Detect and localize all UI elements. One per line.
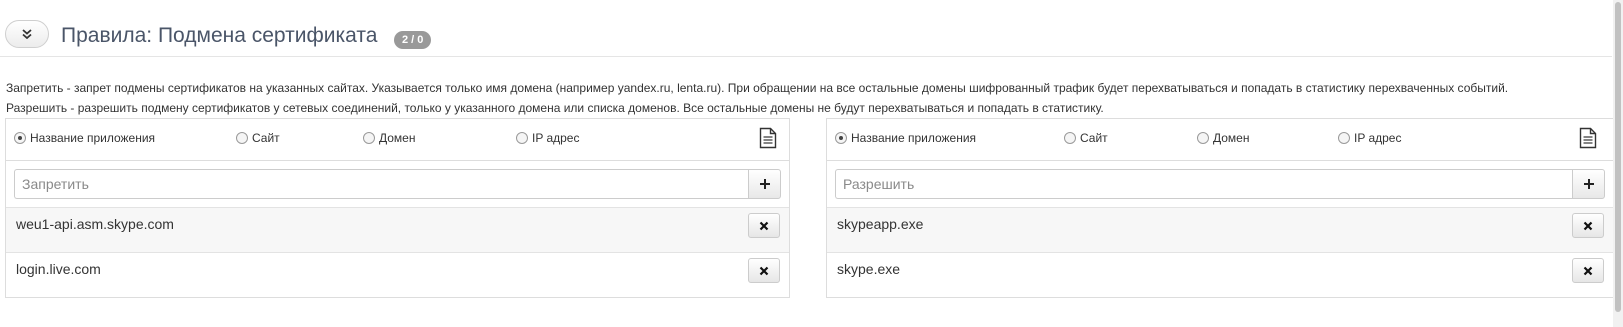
allow-panel: Название приложения Сайт Домен IP адрес — [826, 118, 1614, 298]
list-item: weu1-api.asm.skype.com — [6, 207, 789, 252]
radio-label: IP адрес — [1354, 131, 1402, 145]
rule-type-radio-group: Название приложения Сайт Домен IP адрес — [6, 119, 789, 161]
plus-icon — [1583, 179, 1594, 189]
rule-value: weu1-api.asm.skype.com — [16, 216, 174, 232]
radio-unchecked-icon — [363, 132, 375, 144]
document-icon[interactable] — [759, 127, 777, 149]
close-icon — [1583, 221, 1593, 230]
radio-site[interactable]: Сайт — [1064, 131, 1108, 145]
scrollbar-thumb[interactable] — [1615, 2, 1621, 312]
radio-label: Название приложения — [30, 131, 156, 145]
radio-checked-icon — [835, 132, 847, 144]
radio-label: Домен — [1213, 131, 1250, 145]
page-title: Правила: Подмена сертификата — [61, 24, 378, 47]
remove-rule-button[interactable] — [1572, 258, 1604, 283]
radio-ip-address[interactable]: IP адрес — [516, 131, 579, 145]
radio-label: Название приложения — [851, 131, 977, 145]
radio-label: Домен — [379, 131, 416, 145]
radio-label: IP адрес — [532, 131, 580, 145]
close-icon — [759, 221, 769, 230]
allow-input-group — [835, 169, 1605, 199]
radio-unchecked-icon — [1064, 132, 1076, 144]
rule-value: skypeapp.exe — [837, 216, 924, 232]
radio-site[interactable]: Сайт — [236, 131, 280, 145]
radio-domain[interactable]: Домен — [363, 131, 416, 145]
list-item: skypeapp.exe — [827, 207, 1613, 252]
rule-value: login.live.com — [16, 261, 101, 277]
radio-app-name[interactable]: Название приложения — [14, 131, 155, 145]
deny-add-button[interactable] — [748, 169, 781, 199]
chevron-double-down-icon — [22, 29, 32, 39]
radio-unchecked-icon — [1338, 132, 1350, 144]
radio-label: Сайт — [252, 131, 280, 145]
deny-rule-list: weu1-api.asm.skype.com login.live.com — [6, 207, 789, 297]
radio-ip-address[interactable]: IP адрес — [1338, 131, 1401, 145]
remove-rule-button[interactable] — [1572, 213, 1604, 238]
radio-unchecked-icon — [236, 132, 248, 144]
remove-rule-button[interactable] — [748, 258, 780, 283]
allow-input[interactable] — [835, 169, 1572, 199]
radio-label: Сайт — [1080, 131, 1108, 145]
page-scrollbar[interactable] — [1613, 0, 1623, 327]
allow-rule-list: skypeapp.exe skype.exe — [827, 207, 1613, 297]
radio-checked-icon — [14, 132, 26, 144]
remove-rule-button[interactable] — [748, 213, 780, 238]
rule-count-badge: 2 / 0 — [394, 31, 432, 49]
radio-domain[interactable]: Домен — [1197, 131, 1250, 145]
close-icon — [1583, 266, 1593, 275]
radio-unchecked-icon — [1197, 132, 1209, 144]
plus-icon — [759, 179, 770, 189]
collapse-button[interactable] — [5, 20, 49, 48]
radio-app-name[interactable]: Название приложения — [835, 131, 976, 145]
rule-type-radio-group: Название приложения Сайт Домен IP адрес — [827, 119, 1613, 161]
description-deny: Запретить - запрет подмены сертификатов … — [6, 81, 1509, 95]
description-allow: Разрешить - разрешить подмену сертификат… — [6, 101, 1104, 115]
document-icon[interactable] — [1579, 127, 1597, 149]
close-icon — [759, 266, 769, 275]
deny-panel: Название приложения Сайт Домен IP адрес — [5, 118, 790, 298]
deny-input[interactable] — [14, 169, 748, 199]
list-item: skype.exe — [827, 252, 1613, 297]
deny-input-group — [14, 169, 781, 199]
rule-value: skype.exe — [837, 261, 901, 277]
allow-add-button[interactable] — [1572, 169, 1605, 199]
page-header: Правила: Подмена сертификата 2 / 0 — [0, 0, 1612, 57]
list-item: login.live.com — [6, 252, 789, 297]
radio-unchecked-icon — [516, 132, 528, 144]
